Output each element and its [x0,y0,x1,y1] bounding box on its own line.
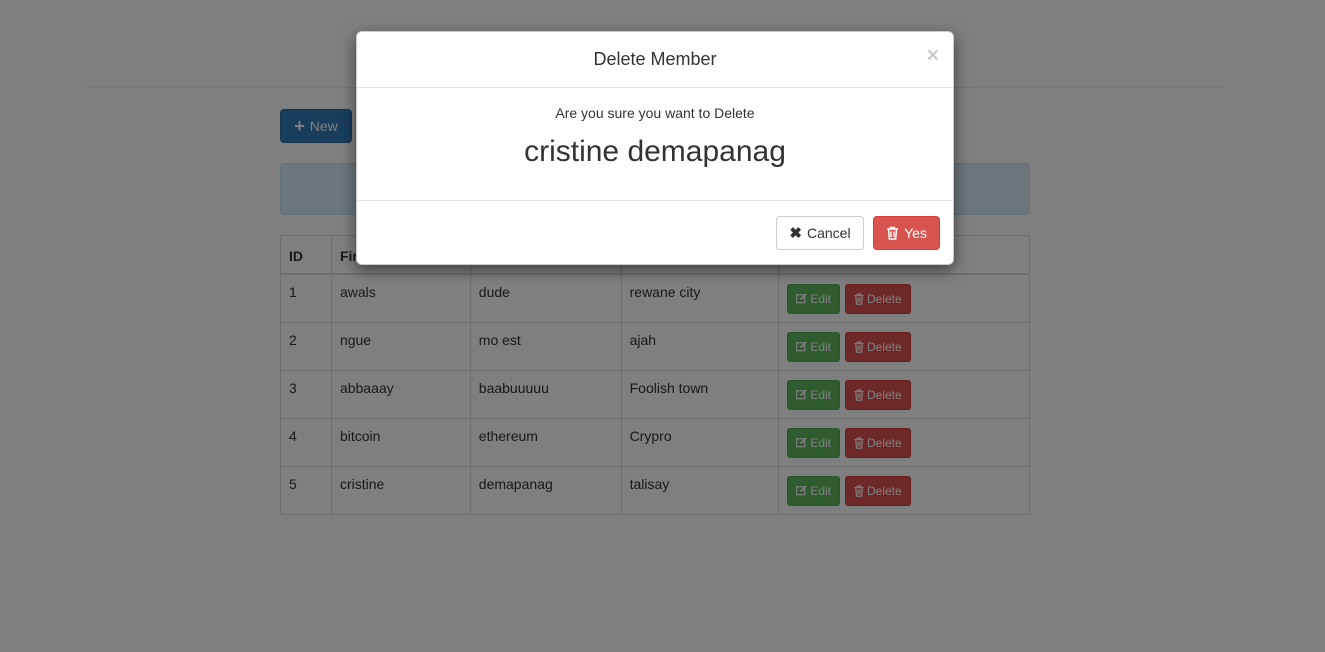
delete-member-modal: Delete Member × Are you sure you want to… [356,31,954,265]
yes-label: Yes [904,225,927,241]
remove-icon: ✖ [789,225,802,242]
trash-icon [886,226,899,240]
yes-button[interactable]: Yes [873,216,940,250]
member-name: cristine demapanag [524,135,786,168]
page: + New ID Firstname Lastname Address Acti… [0,0,1325,652]
close-icon[interactable]: × [927,45,939,66]
modal-footer: ✖ Cancel Yes [357,201,953,264]
modal-title: Delete Member [593,49,717,69]
cancel-button[interactable]: ✖ Cancel [776,216,864,250]
modal-header: Delete Member × [357,32,953,88]
cancel-label: Cancel [806,225,851,241]
modal-body: Are you sure you want to Delete cristine… [357,88,953,201]
confirm-question: Are you sure you want to Delete [555,105,755,121]
